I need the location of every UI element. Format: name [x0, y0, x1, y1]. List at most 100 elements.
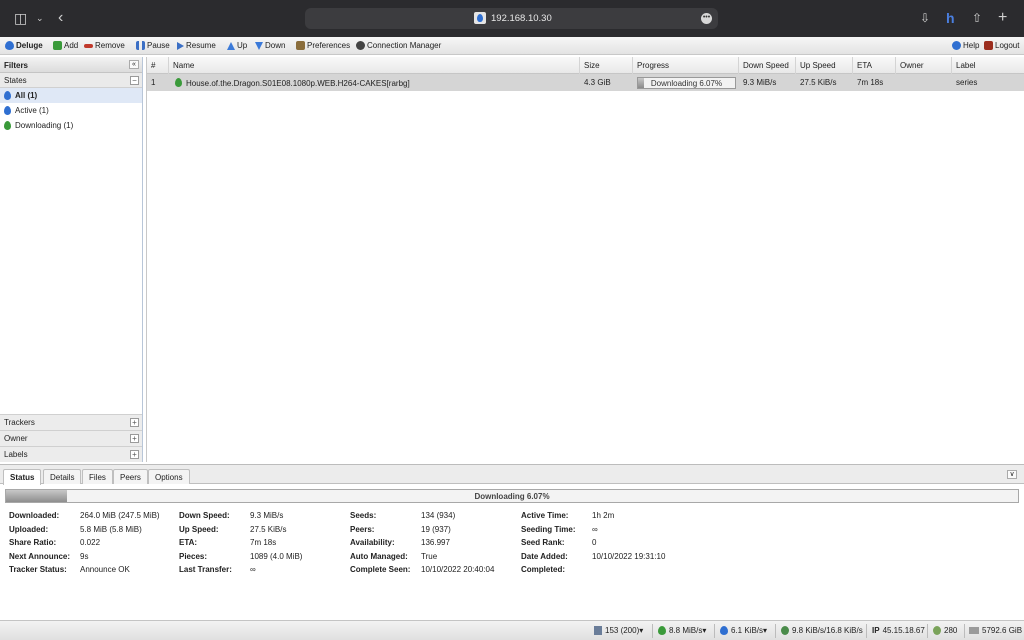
seed-rank-value: 0	[592, 538, 597, 547]
column-header-number[interactable]: #	[147, 57, 169, 74]
column-header-size[interactable]: Size	[580, 57, 633, 74]
download-speed-indicator[interactable]: 8.8 MiB/s ▾	[658, 626, 706, 635]
grid-header: # Name Size Progress Down Speed Up Speed…	[147, 57, 1024, 74]
extension-icon[interactable]: h	[946, 9, 955, 27]
labels-header[interactable]: Labels +	[0, 446, 142, 462]
column-header-progress[interactable]: Progress	[633, 57, 739, 74]
date-added-value: 10/10/2022 19:31:10	[592, 552, 666, 561]
connections-indicator[interactable]: 153 (200) ▾	[594, 626, 643, 635]
upload-speed-icon	[720, 626, 728, 635]
peers-label: Peers:	[350, 525, 375, 534]
details-progress-bar: Downloading 6.07%	[5, 489, 1019, 503]
deluge-icon	[5, 41, 14, 50]
seeding-time-value: ∞	[592, 525, 598, 534]
column-header-name[interactable]: Name	[169, 57, 580, 74]
collapse-states-icon[interactable]: −	[130, 76, 139, 85]
external-ip-indicator: IP 45.15.18.67	[872, 626, 925, 635]
pieces-label: Pieces:	[179, 552, 208, 561]
tab-status[interactable]: Status	[3, 469, 42, 485]
active-time-value: 1h 2m	[592, 511, 615, 520]
more-icon[interactable]: •••	[701, 13, 712, 24]
sidebar-icon[interactable]: ◫	[14, 9, 27, 27]
dht-icon	[933, 626, 941, 635]
column-header-down-speed[interactable]: Down Speed	[739, 57, 796, 74]
share-ratio-value: 0.022	[80, 538, 101, 547]
row-down-speed: 9.3 MiB/s	[743, 78, 777, 87]
free-space-indicator: 5792.6 GiB	[969, 626, 1022, 635]
uploaded-value: 5.8 MiB (5.8 MiB)	[80, 525, 142, 534]
remove-button[interactable]: Remove	[84, 41, 125, 50]
row-eta: 7m 18s	[857, 78, 884, 87]
address-text: 192.168.10.30	[491, 13, 552, 24]
active-state-icon	[4, 106, 11, 115]
status-bar: 153 (200) ▾ 8.8 MiB/s ▾ 6.1 KiB/s ▾ 9.8 KiB…	[0, 620, 1024, 640]
state-filter-downloading[interactable]: Downloading (1)	[0, 118, 142, 133]
connection-manager-button[interactable]: Connection Manager	[356, 41, 441, 50]
tab-details[interactable]: Details	[43, 469, 82, 484]
column-header-owner[interactable]: Owner	[896, 57, 952, 74]
row-owner	[896, 74, 904, 91]
protocol-traffic-indicator: 9.8 KiB/s/16.8 KiB/s	[781, 626, 863, 635]
queue-down-button[interactable]: Down	[255, 41, 285, 50]
completed-label: Completed:	[521, 565, 565, 574]
protocol-traffic-icon	[781, 626, 789, 635]
eta-value: 7m 18s	[250, 538, 277, 547]
up-arrow-icon	[227, 41, 235, 50]
add-button[interactable]: Add	[53, 41, 78, 50]
help-button[interactable]: Help	[952, 41, 979, 50]
state-filter-all[interactable]: All (1)	[0, 88, 142, 103]
upload-speed-indicator[interactable]: 6.1 KiB/s ▾	[720, 626, 767, 635]
downloaded-value: 264.0 MiB (247.5 MiB)	[80, 511, 160, 520]
details-panel: Status Details Files Peers Options ∨ Dow…	[0, 464, 1024, 620]
details-progress-text: Downloading 6.07%	[474, 492, 550, 501]
preferences-button[interactable]: Preferences	[296, 41, 350, 50]
logout-button[interactable]: Logout	[984, 41, 1019, 50]
expand-owner-icon[interactable]: +	[130, 434, 139, 443]
share-icon[interactable]: ⇧	[972, 9, 982, 27]
row-name-cell: House.of.the.Dragon.S01E08.1080p.WEB.H26…	[171, 74, 414, 91]
expand-labels-icon[interactable]: +	[130, 450, 139, 459]
table-row[interactable]: 1 House.of.the.Dragon.S01E08.1080p.WEB.H…	[147, 74, 1024, 91]
seed-rank-label: Seed Rank:	[521, 538, 565, 547]
collapse-sidebar-icon[interactable]: «	[129, 60, 139, 69]
downloading-state-icon	[4, 121, 11, 130]
download-icon[interactable]: ⇩	[920, 9, 930, 27]
back-icon[interactable]: ‹	[58, 9, 63, 27]
address-bar[interactable]: 192.168.10.30 •••	[305, 8, 718, 29]
states-header[interactable]: States −	[0, 73, 142, 88]
resume-button[interactable]: Resume	[177, 41, 216, 50]
chevron-down-icon[interactable]: ⌄	[36, 9, 44, 27]
tracker-status-label: Tracker Status:	[9, 565, 67, 574]
row-label: series	[956, 78, 978, 87]
column-header-label[interactable]: Label	[952, 57, 1024, 74]
state-filter-active[interactable]: Active (1)	[0, 103, 142, 118]
tab-peers[interactable]: Peers	[113, 469, 148, 484]
column-header-up-speed[interactable]: Up Speed	[796, 57, 853, 74]
active-time-label: Active Time:	[521, 511, 569, 520]
up-speed-value: 27.5 KiB/s	[250, 525, 287, 534]
expand-trackers-icon[interactable]: +	[130, 418, 139, 427]
help-icon	[952, 41, 961, 50]
row-size: 4.3 GiB	[584, 78, 611, 87]
dht-nodes-indicator: 280	[933, 626, 957, 635]
complete-seen-label: Complete Seen:	[350, 565, 411, 574]
availability-label: Availability:	[350, 538, 395, 547]
browser-toolbar: ◫ ⌄ ‹ 192.168.10.30 ••• ⇩ h ⇧ +	[0, 0, 1024, 37]
downloaded-label: Downloaded:	[9, 511, 60, 520]
down-arrow-icon	[255, 41, 263, 50]
collapse-panel-icon[interactable]: ∨	[1007, 470, 1017, 479]
new-tab-icon[interactable]: +	[998, 9, 1007, 27]
torrent-grid: # Name Size Progress Down Speed Up Speed…	[146, 57, 1024, 462]
trackers-header[interactable]: Trackers +	[0, 414, 142, 430]
tab-files[interactable]: Files	[82, 469, 113, 484]
seeding-time-label: Seeding Time:	[521, 525, 576, 534]
owner-header[interactable]: Owner +	[0, 430, 142, 446]
column-header-eta[interactable]: ETA	[853, 57, 896, 74]
pause-button[interactable]: Pause	[136, 41, 170, 50]
downloading-icon	[175, 78, 182, 87]
row-up-speed: 27.5 KiB/s	[800, 78, 837, 87]
eta-label: ETA:	[179, 538, 198, 547]
share-ratio-label: Share Ratio:	[9, 538, 57, 547]
queue-up-button[interactable]: Up	[227, 41, 247, 50]
tab-options[interactable]: Options	[148, 469, 190, 484]
